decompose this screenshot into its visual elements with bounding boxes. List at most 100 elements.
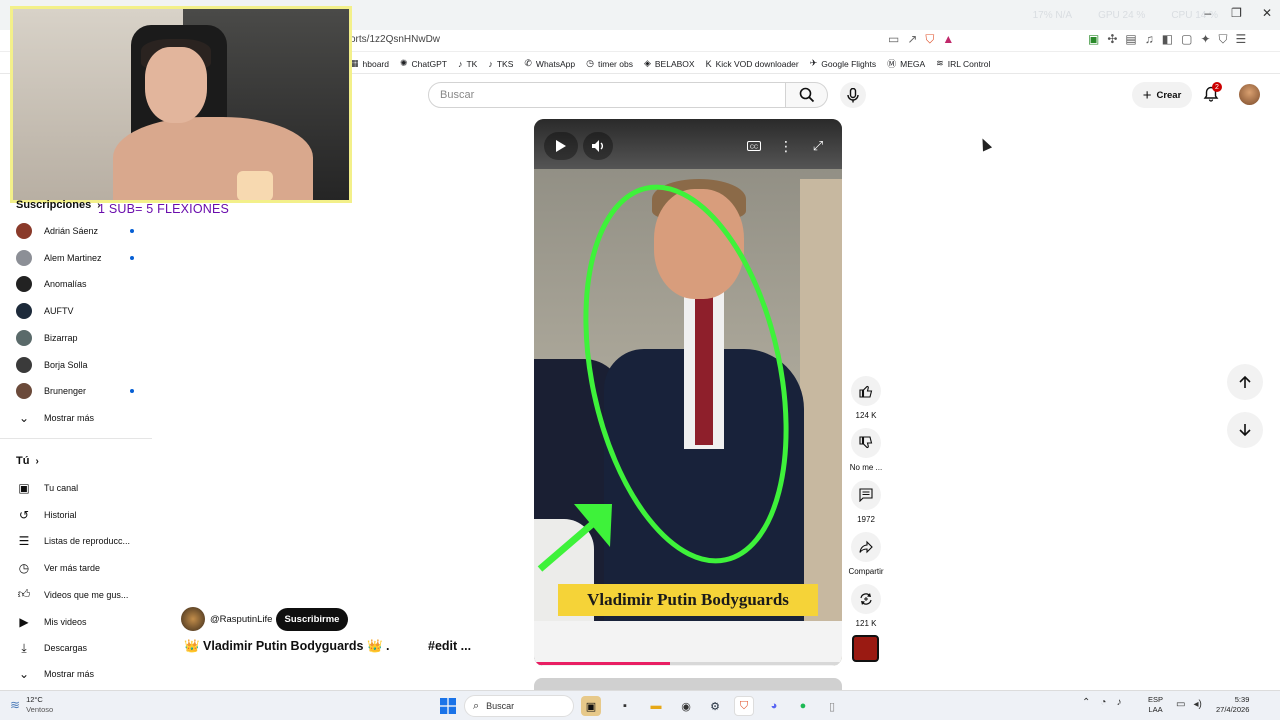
sidebar-channel-item[interactable]: Alem Martinez <box>16 248 146 268</box>
sidebar-channel-item[interactable]: Borja Solla <box>16 355 146 375</box>
music-icon[interactable]: ♫ <box>1145 32 1154 47</box>
channel-name: Adrián Sáenz <box>44 226 99 236</box>
cast-icon[interactable]: ▭ <box>888 32 899 47</box>
language-indicator[interactable]: ESP LAA <box>1148 695 1163 715</box>
windows-start-icon[interactable] <box>438 696 458 716</box>
show-more-subscriptions[interactable]: ⌄ Mostrar más <box>16 408 146 428</box>
microphone-icon[interactable]: ♪ <box>1116 697 1121 708</box>
bookmark-item[interactable]: K Kick VOD downloader <box>706 59 799 69</box>
bookmark-item[interactable]: ✆ WhatsApp <box>524 58 575 69</box>
vpn-icon[interactable]: ⛉ <box>1219 32 1228 47</box>
you-header[interactable]: Tú › <box>16 455 39 467</box>
search-input[interactable]: Buscar <box>428 82 786 108</box>
video-hashtag[interactable]: #edit ... <box>428 639 471 653</box>
obs-icon[interactable]: ◉ <box>676 696 696 716</box>
sidebar-channel-item[interactable]: AUFTV <box>16 301 146 321</box>
notifications-button[interactable]: 2 <box>1201 82 1222 104</box>
bookmark-item[interactable]: ≋ IRL Control <box>936 58 990 69</box>
next-video-preview[interactable] <box>534 678 842 690</box>
windows-taskbar: ≋ 12°C Ventoso ⌕ Buscar ▣ ▪ ▬ ◉ ⚙ ⛉ ◕ ● … <box>0 690 1280 720</box>
chevron-up-icon[interactable]: ⌃ <box>1082 697 1090 708</box>
channel-handle[interactable]: @RasputinLife <box>210 614 272 625</box>
task-view-icon[interactable]: ▪ <box>615 696 635 716</box>
sidebar-channel-item[interactable]: Bizarrap <box>16 328 146 348</box>
captions-icon[interactable]: CC <box>744 138 764 154</box>
sidebar-channel-item[interactable]: Adrián Sáenz <box>16 221 146 241</box>
maximize-icon[interactable]: ❐ <box>1231 6 1242 20</box>
subscribe-button[interactable]: Suscribirme <box>276 608 348 631</box>
more-options-icon[interactable]: ⋮ <box>778 137 794 155</box>
sidebar-item-thumb-up[interactable]: 👍︎ Videos que me gus... <box>16 585 146 605</box>
network-icon[interactable]: ◔ <box>1100 697 1106 708</box>
search-button[interactable] <box>786 82 828 108</box>
dislike-button[interactable] <box>851 428 881 458</box>
url-text[interactable]: orts/1z2QsnHNwDw <box>350 34 440 45</box>
bookmark-item[interactable]: ◈ BELABOX <box>644 58 695 69</box>
like-button[interactable] <box>851 376 881 406</box>
sidebar-channel-item[interactable]: Brunenger <box>16 381 146 401</box>
next-video-button[interactable] <box>1227 412 1263 448</box>
weather-widget[interactable]: ≋ 12°C Ventoso <box>10 695 53 715</box>
remix-button[interactable] <box>851 584 881 614</box>
brave-browser-icon[interactable]: ⛉ <box>734 696 754 716</box>
wallet-icon[interactable]: ▢ <box>1181 32 1192 47</box>
show-more-you[interactable]: ⌄ Mostrar más <box>16 664 146 684</box>
volume-button[interactable] <box>583 132 613 160</box>
sidebar-icon[interactable]: ◧ <box>1162 32 1173 47</box>
play-button[interactable] <box>544 132 578 160</box>
voice-search-button[interactable] <box>840 82 866 108</box>
speaker-icon[interactable]: ◂) <box>1193 699 1201 710</box>
create-button[interactable]: + Crear <box>1132 82 1192 108</box>
steam-icon[interactable]: ⚙ <box>705 696 725 716</box>
kick-icon: K <box>705 58 712 69</box>
previous-video-button[interactable] <box>1227 364 1263 400</box>
tiktok-icon: ♪ <box>488 58 493 69</box>
video-title[interactable]: 👑 Vladimir Putin Bodyguards 👑 . <box>184 639 389 654</box>
channel-avatar <box>16 223 32 239</box>
fullscreen-icon[interactable]: ⤢ <box>809 137 827 155</box>
menu-icon[interactable]: ☰ <box>1236 32 1247 47</box>
close-icon[interactable]: ✕ <box>1262 6 1272 20</box>
widgets-icon[interactable]: ▣ <box>581 696 601 716</box>
media-icon[interactable]: ▤ <box>1125 32 1136 47</box>
puzzle-icon[interactable]: ✣ <box>1107 32 1117 47</box>
channel-avatar[interactable] <box>181 607 205 631</box>
leo-icon[interactable]: ✦ <box>1200 32 1210 47</box>
sidebar-item-history[interactable]: ↺ Historial <box>16 505 146 525</box>
file-icon[interactable]: ▯ <box>822 696 842 716</box>
bookmark-item[interactable]: ♪ TK <box>458 59 477 69</box>
sidebar-channel-item[interactable]: Anomalías <box>16 274 146 294</box>
discord-icon[interactable]: ◕ <box>764 696 784 716</box>
bookmark-item[interactable]: ✺ ChatGPT <box>400 58 447 69</box>
sidebar-item-label: Listas de reproducc... <box>44 536 131 547</box>
shorts-video-player[interactable]: Vladimir Putin Bodyguards CC ⋮ ⤢ <box>534 119 842 666</box>
bookmark-item[interactable]: ▦ hboard <box>350 58 389 69</box>
subscriptions-header[interactable]: Suscripciones › <box>16 199 101 211</box>
sidebar-item-download[interactable]: ⤓ Descargas <box>16 638 146 658</box>
display-icon[interactable]: ▭ <box>1176 699 1185 710</box>
sidebar-item-clock[interactable]: ◷ Ver más tarde <box>16 558 146 578</box>
brave-rewards-icon[interactable]: ▲ <box>942 32 954 47</box>
bookmark-item[interactable]: Ⓜ MEGA <box>887 57 925 70</box>
bookmark-item[interactable]: ✈ Google Flights <box>810 58 876 69</box>
minimize-icon[interactable]: – <box>1204 6 1211 20</box>
brave-shield-icon[interactable]: ⛉ <box>925 32 934 47</box>
file-explorer-icon[interactable]: ▬ <box>646 696 666 716</box>
bookmark-item[interactable]: ♪ TKS <box>488 59 513 69</box>
audio-thumbnail[interactable] <box>852 635 879 662</box>
bookmark-label: IRL Control <box>947 58 991 69</box>
comment-count: 1972 <box>857 515 875 524</box>
system-clock[interactable]: 5:39 27/4/2026 <box>1216 695 1249 715</box>
extension-4k-icon[interactable]: ▣ <box>1088 32 1099 47</box>
share-button[interactable] <box>851 532 881 562</box>
comments-button[interactable] <box>851 480 881 510</box>
sidebar-item-playlist[interactable]: ☰ Listas de reproducc... <box>16 531 146 551</box>
video-progress-bar[interactable] <box>534 662 842 665</box>
bookmark-item[interactable]: ◷ timer obs <box>586 58 633 69</box>
spotify-icon[interactable]: ● <box>793 696 813 716</box>
share-icon[interactable]: ↗ <box>907 32 917 47</box>
user-avatar[interactable] <box>1239 84 1260 105</box>
sidebar-item-my-videos[interactable]: ▶ Mis videos <box>16 612 146 632</box>
taskbar-search[interactable]: ⌕ Buscar <box>464 695 574 717</box>
sidebar-item-channel[interactable]: ▣ Tu canal <box>16 478 146 498</box>
